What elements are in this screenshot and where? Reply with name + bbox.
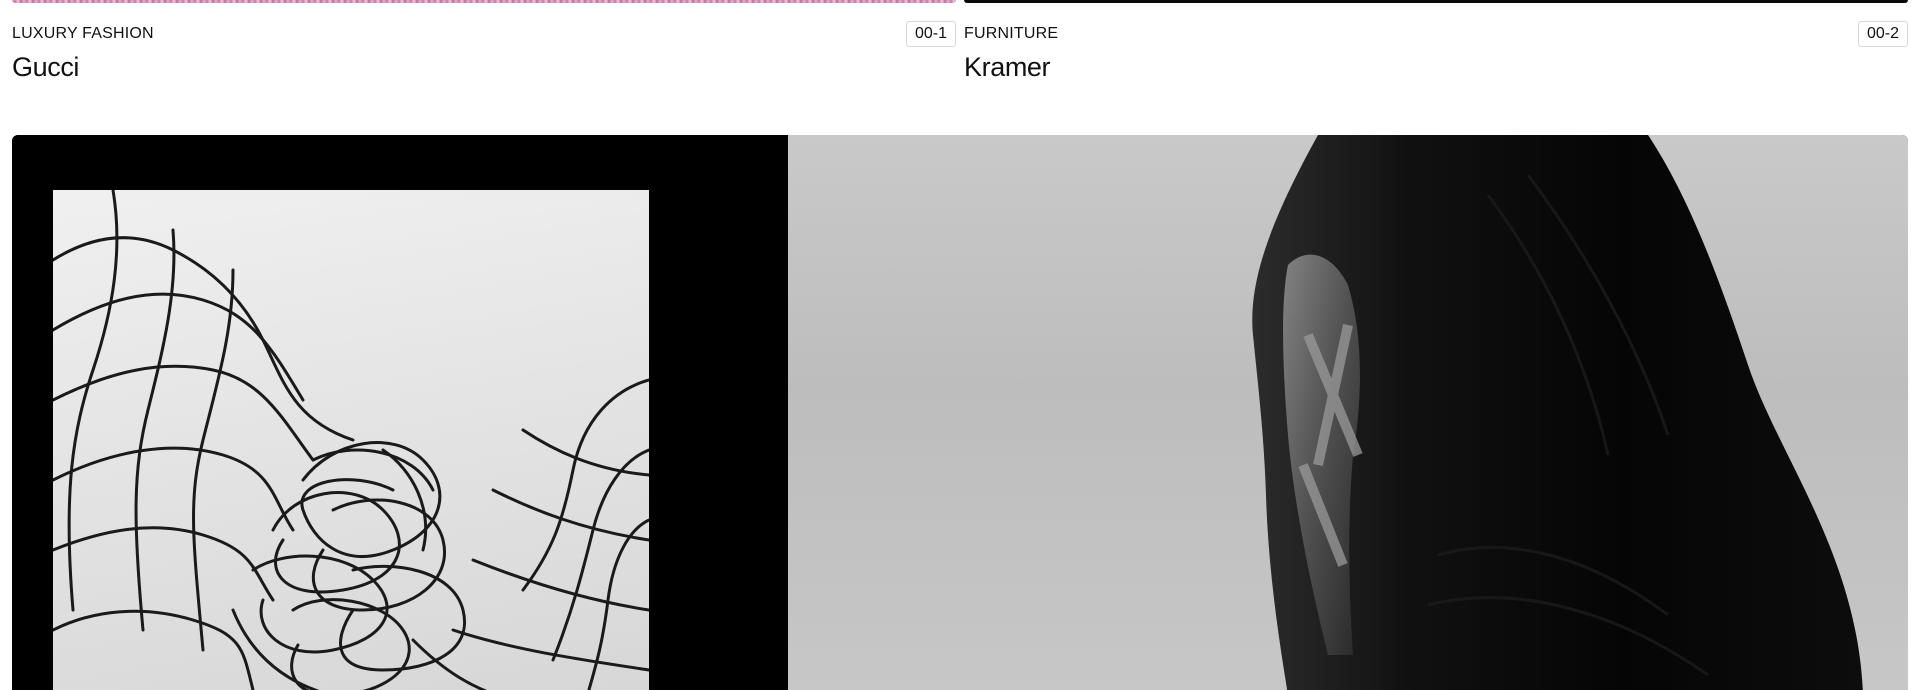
project-index-badge: 00-1 — [905, 21, 956, 47]
featured-project-media[interactable] — [12, 135, 1908, 690]
wire-sculpture-image — [53, 190, 649, 690]
project-category: FURNITURE — [964, 25, 1059, 42]
project-meta: FURNITURE 00-2 Kramer — [964, 3, 1908, 113]
feature-left-panel — [12, 135, 788, 690]
wire-sculpture-illustration — [53, 190, 649, 690]
project-category: LUXURY FASHION — [12, 25, 154, 42]
project-meta: LUXURY FASHION 00-1 Gucci — [12, 3, 956, 113]
project-title[interactable]: Kramer — [964, 52, 1051, 83]
sneaker-illustration — [1252, 135, 1863, 690]
project-card-gucci[interactable]: LUXURY FASHION 00-1 Gucci — [12, 0, 956, 113]
sneaker-image — [788, 135, 1908, 690]
project-title[interactable]: Gucci — [12, 52, 79, 83]
page: LUXURY FASHION 00-1 Gucci FURNITURE 00-2… — [0, 0, 1920, 690]
project-index-badge: 00-2 — [1857, 21, 1908, 47]
project-card-kramer[interactable]: FURNITURE 00-2 Kramer — [964, 0, 1908, 113]
